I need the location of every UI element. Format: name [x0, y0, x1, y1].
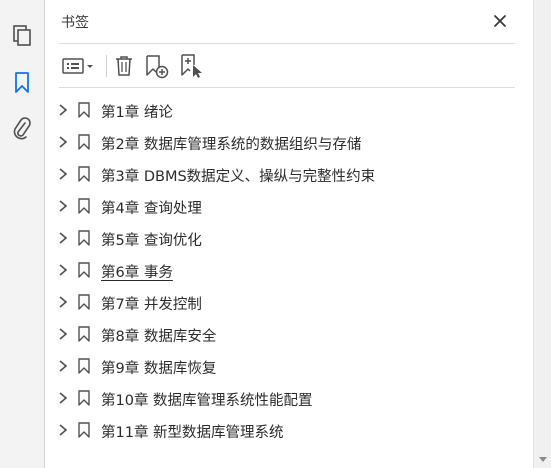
attachments-button[interactable] — [6, 113, 38, 145]
bookmark-label: 第7章 并发控制 — [101, 297, 202, 313]
bookmark-icon — [78, 102, 90, 118]
bookmark-item[interactable]: 第3章 DBMS数据定义、操纵与完整性约束 — [45, 158, 533, 190]
bookmark-item[interactable]: 第5章 查询优化 — [45, 222, 533, 254]
chevron-right-icon[interactable] — [57, 231, 69, 245]
bookmark-icon — [15, 72, 29, 93]
bookmark-item[interactable]: 第1章 绪论 — [45, 94, 533, 126]
toolbar-separator — [106, 55, 107, 77]
chevron-right-icon[interactable] — [57, 423, 69, 437]
chevron-right-icon[interactable] — [57, 327, 69, 341]
bookmark-label: 第1章 绪论 — [101, 105, 173, 121]
chevron-right-icon[interactable] — [57, 103, 69, 117]
new-bookmark-button[interactable] — [143, 52, 171, 80]
bookmark-icon — [78, 262, 90, 278]
header-divider — [59, 43, 515, 44]
new-bookmark-icon — [146, 55, 169, 79]
chevron-right-icon[interactable] — [57, 263, 69, 277]
panel-title: 书签 — [61, 15, 89, 31]
bookmark-icon — [78, 326, 90, 342]
left-rail — [0, 0, 45, 468]
bookmark-icon — [78, 230, 90, 246]
options-menu-button[interactable] — [59, 52, 99, 80]
pages-icon — [13, 25, 31, 46]
bookmark-item[interactable]: 第10章 数据库管理系统性能配置 — [45, 382, 533, 414]
bookmark-item[interactable]: 第11章 新型数据库管理系统 — [45, 414, 533, 446]
bookmark-icon — [78, 358, 90, 374]
bookmark-item[interactable]: 第7章 并发控制 — [45, 286, 533, 318]
chevron-right-icon[interactable] — [57, 391, 69, 405]
bookmark-item[interactable]: 第8章 数据库安全 — [45, 318, 533, 350]
bookmark-list: 第1章 绪论 第2章 数据库管理系统的数据组织与存储 第3章 DBMS数据定义、… — [45, 94, 533, 446]
chevron-right-icon[interactable] — [57, 359, 69, 373]
bookmark-item[interactable]: 第4章 查询处理 — [45, 190, 533, 222]
bookmark-item[interactable]: 第2章 数据库管理系统的数据组织与存储 — [45, 126, 533, 158]
bookmarks-panel: 书签 第1章 绪论 第2章 数据库管理系统的数据组织与存储 第3章 DBMS数据… — [45, 0, 533, 468]
bookmark-label: 第10章 数据库管理系统性能配置 — [101, 393, 313, 409]
bookmark-label: 第5章 查询优化 — [101, 233, 202, 249]
options-menu-icon — [62, 58, 93, 74]
delete-bookmark-button[interactable] — [111, 52, 137, 80]
bookmarks-button[interactable] — [6, 67, 38, 99]
bookmark-icon — [78, 166, 90, 182]
chevron-right-icon[interactable] — [57, 135, 69, 149]
close-icon — [494, 15, 506, 27]
bookmark-icon — [78, 422, 90, 438]
bookmark-icon — [78, 294, 90, 310]
vertical-scrollbar[interactable] — [533, 0, 551, 468]
bookmark-from-selection-button[interactable] — [177, 52, 207, 80]
toolbar-divider — [59, 87, 515, 88]
bookmark-label: 第11章 新型数据库管理系统 — [101, 425, 284, 441]
bookmark-label: 第6章 事务 — [101, 265, 173, 281]
paperclip-icon — [13, 117, 31, 140]
bookmark-icon — [78, 198, 90, 214]
bookmark-label: 第4章 查询处理 — [101, 201, 202, 217]
chevron-right-icon[interactable] — [57, 199, 69, 213]
bookmark-label: 第9章 数据库恢复 — [101, 361, 217, 377]
bookmark-item[interactable]: 第9章 数据库恢复 — [45, 350, 533, 382]
scroll-down-arrow-icon[interactable] — [539, 457, 547, 462]
trash-icon — [116, 56, 132, 76]
bookmark-icon — [78, 134, 90, 150]
bookmark-label: 第8章 数据库安全 — [101, 329, 217, 345]
chevron-right-icon[interactable] — [57, 167, 69, 181]
bookmark-icon — [78, 390, 90, 406]
pages-button[interactable] — [6, 20, 38, 52]
close-button[interactable] — [489, 10, 511, 32]
bookmark-from-selection-icon — [181, 54, 202, 78]
bookmark-label: 第2章 数据库管理系统的数据组织与存储 — [101, 137, 362, 153]
chevron-right-icon[interactable] — [57, 295, 69, 309]
bookmark-label: 第3章 DBMS数据定义、操纵与完整性约束 — [101, 169, 376, 185]
bookmark-item[interactable]: 第6章 事务 — [45, 254, 533, 286]
